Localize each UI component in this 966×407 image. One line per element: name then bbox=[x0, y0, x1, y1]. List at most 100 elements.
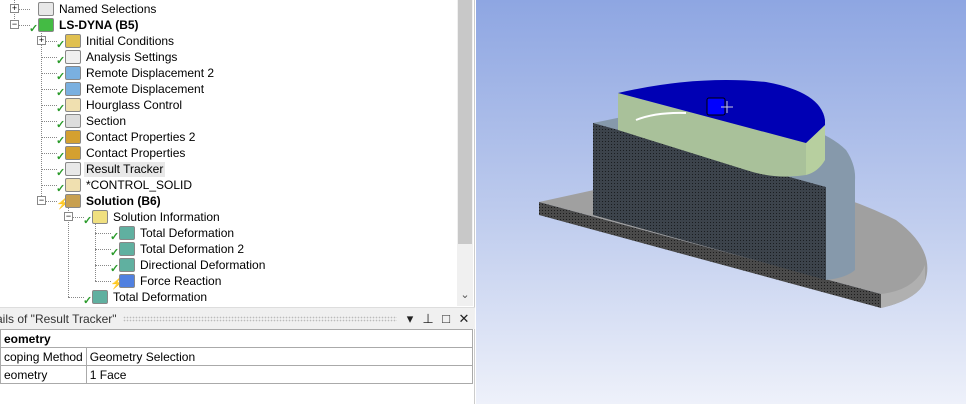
result-icon bbox=[92, 290, 108, 304]
tree-item-label: Total Deformation bbox=[113, 289, 208, 304]
remote-displacement-icon bbox=[65, 66, 81, 80]
lightning-icon: ⚡ bbox=[110, 277, 124, 290]
tree-item-label: Directional Deformation bbox=[140, 257, 266, 272]
tree-item-label: LS-DYNA (B5) bbox=[59, 17, 139, 32]
property-key: coping Method bbox=[0, 347, 87, 366]
tree-item[interactable]: ✓ Analysis Settings bbox=[56, 49, 179, 67]
tree-item-label: Result Tracker bbox=[84, 161, 166, 177]
tree-line bbox=[41, 169, 57, 170]
tree-item[interactable]: ✓ Initial Conditions bbox=[56, 33, 176, 51]
panel-grip[interactable] bbox=[122, 315, 397, 322]
tree-item[interactable]: ✓ Remote Displacement 2 bbox=[56, 65, 216, 83]
details-title: ails of "Result Tracker" bbox=[0, 311, 117, 326]
tree-line bbox=[41, 137, 57, 138]
tree-line bbox=[41, 121, 57, 122]
tree-item-label: Total Deformation bbox=[140, 225, 235, 240]
group-geometry[interactable]: eometry bbox=[0, 329, 473, 348]
expand-icon[interactable]: + bbox=[10, 4, 19, 13]
tree-item[interactable]: ✓ Result Tracker bbox=[56, 161, 166, 179]
tree-item-label: Remote Displacement bbox=[86, 81, 205, 96]
tree-item[interactable]: ✓ Total Deformation 2 bbox=[110, 241, 246, 259]
details-row: coping Method Geometry Selection bbox=[0, 347, 474, 366]
maximize-icon[interactable]: □ bbox=[439, 311, 453, 326]
tree-item-label: Contact Properties bbox=[86, 145, 186, 160]
remote-displacement-icon bbox=[65, 82, 81, 96]
named-selection-icon bbox=[38, 2, 54, 16]
expand-icon[interactable]: + bbox=[37, 36, 46, 45]
tree-item-label: Force Reaction bbox=[140, 273, 222, 288]
tree-item[interactable]: ✓ Solution Information bbox=[83, 209, 222, 227]
details-group-row: eometry bbox=[0, 329, 473, 348]
tree-item-label: *CONTROL_SOLID bbox=[86, 177, 193, 192]
close-icon[interactable]: ✕ bbox=[457, 311, 471, 327]
tree-item-label: Analysis Settings bbox=[86, 49, 178, 64]
analysis-settings-icon bbox=[65, 50, 81, 64]
tree-item-label: Named Selections bbox=[59, 1, 157, 16]
collapse-icon[interactable]: − bbox=[64, 212, 73, 221]
tree-scrollbar[interactable]: ⌄ bbox=[457, 0, 473, 306]
contact-properties-icon bbox=[65, 130, 81, 144]
tree-item[interactable]: ✓ Section bbox=[56, 113, 128, 131]
details-header: ails of "Result Tracker" ▾ ⊥ □ ✕ bbox=[0, 307, 475, 329]
tree-item[interactable]: ✓ Total Deformation bbox=[83, 289, 209, 307]
outline-panel: + Named Selections − ✓ LS-DYNA (B5) + ✓ Initial… bbox=[0, 0, 475, 404]
tree-item[interactable]: ✓ Directional Deformation bbox=[110, 257, 267, 275]
tree-item[interactable]: ✓ Contact Properties bbox=[56, 145, 187, 163]
tree-item-label: Contact Properties 2 bbox=[86, 129, 196, 144]
dropdown-icon[interactable]: ▾ bbox=[403, 311, 417, 327]
tree-item[interactable]: ✓ Remote Displacement bbox=[56, 81, 206, 99]
tree-item[interactable]: ✓ Hourglass Control bbox=[56, 97, 184, 115]
tree-line bbox=[68, 297, 84, 298]
tree-line bbox=[41, 89, 57, 90]
lightning-icon: ⚡ bbox=[56, 197, 70, 210]
property-value[interactable]: 1 Face bbox=[85, 365, 474, 384]
tree-item[interactable]: ⚡ Force Reaction bbox=[110, 273, 223, 290]
tree-line bbox=[41, 73, 57, 74]
details-table: eometry coping Method Geometry Selection … bbox=[0, 329, 474, 384]
tree-item[interactable]: ✓ Total Deformation bbox=[110, 225, 236, 243]
hourglass-icon bbox=[65, 98, 81, 112]
tree-item[interactable]: ✓ *CONTROL_SOLID bbox=[56, 177, 194, 195]
tree-item[interactable]: ✓ LS-DYNA (B5) bbox=[29, 17, 141, 35]
tree-item-label: Total Deformation 2 bbox=[140, 241, 245, 256]
tree-item-label: Hourglass Control bbox=[86, 97, 183, 112]
pin-icon[interactable]: ⊥ bbox=[421, 311, 435, 327]
details-row: eometry 1 Face bbox=[0, 365, 474, 384]
tree-item-label: Solution (B6) bbox=[86, 193, 161, 208]
tree-line bbox=[41, 185, 57, 186]
scroll-down-icon[interactable]: ⌄ bbox=[457, 288, 473, 304]
tree-item[interactable]: ⚡ Solution (B6) bbox=[56, 193, 163, 210]
tree-item-label: Section bbox=[86, 113, 127, 128]
property-value[interactable]: Geometry Selection bbox=[85, 347, 474, 366]
initial-conditions-icon bbox=[65, 34, 81, 48]
tree-line bbox=[95, 249, 111, 250]
keyword-icon bbox=[65, 178, 81, 192]
tree-item[interactable]: ✓ Contact Properties 2 bbox=[56, 129, 197, 147]
tree-item-label: Initial Conditions bbox=[86, 33, 175, 48]
contact-properties-icon bbox=[65, 146, 81, 160]
section-icon bbox=[65, 114, 81, 128]
graphics-viewport[interactable] bbox=[476, 0, 966, 404]
tree-item-label: Solution Information bbox=[113, 209, 220, 224]
collapse-icon[interactable]: − bbox=[10, 20, 19, 29]
tree-line bbox=[41, 25, 42, 200]
property-key: eometry bbox=[0, 365, 87, 384]
tree-item[interactable]: Named Selections bbox=[29, 1, 158, 17]
tree-line bbox=[95, 281, 111, 282]
check-icon: ✓ bbox=[83, 294, 93, 307]
tree-line bbox=[95, 265, 111, 266]
ls-dyna-icon bbox=[38, 18, 54, 32]
collapse-icon[interactable]: − bbox=[37, 196, 46, 205]
check-icon: ✓ bbox=[83, 214, 93, 227]
result-icon bbox=[119, 242, 135, 256]
tree-line bbox=[41, 57, 57, 58]
tree-line bbox=[41, 153, 57, 154]
solution-icon bbox=[65, 194, 81, 208]
result-tracker-icon bbox=[65, 162, 81, 176]
probe-icon bbox=[119, 274, 135, 288]
outline-tree: + Named Selections − ✓ LS-DYNA (B5) + ✓ Initial… bbox=[0, 0, 473, 306]
scrollbar-thumb[interactable] bbox=[458, 0, 472, 244]
tree-item-label: Remote Displacement 2 bbox=[86, 65, 215, 80]
tree-line bbox=[41, 105, 57, 106]
details-panel: ails of "Result Tracker" ▾ ⊥ □ ✕ eometry… bbox=[0, 307, 475, 404]
